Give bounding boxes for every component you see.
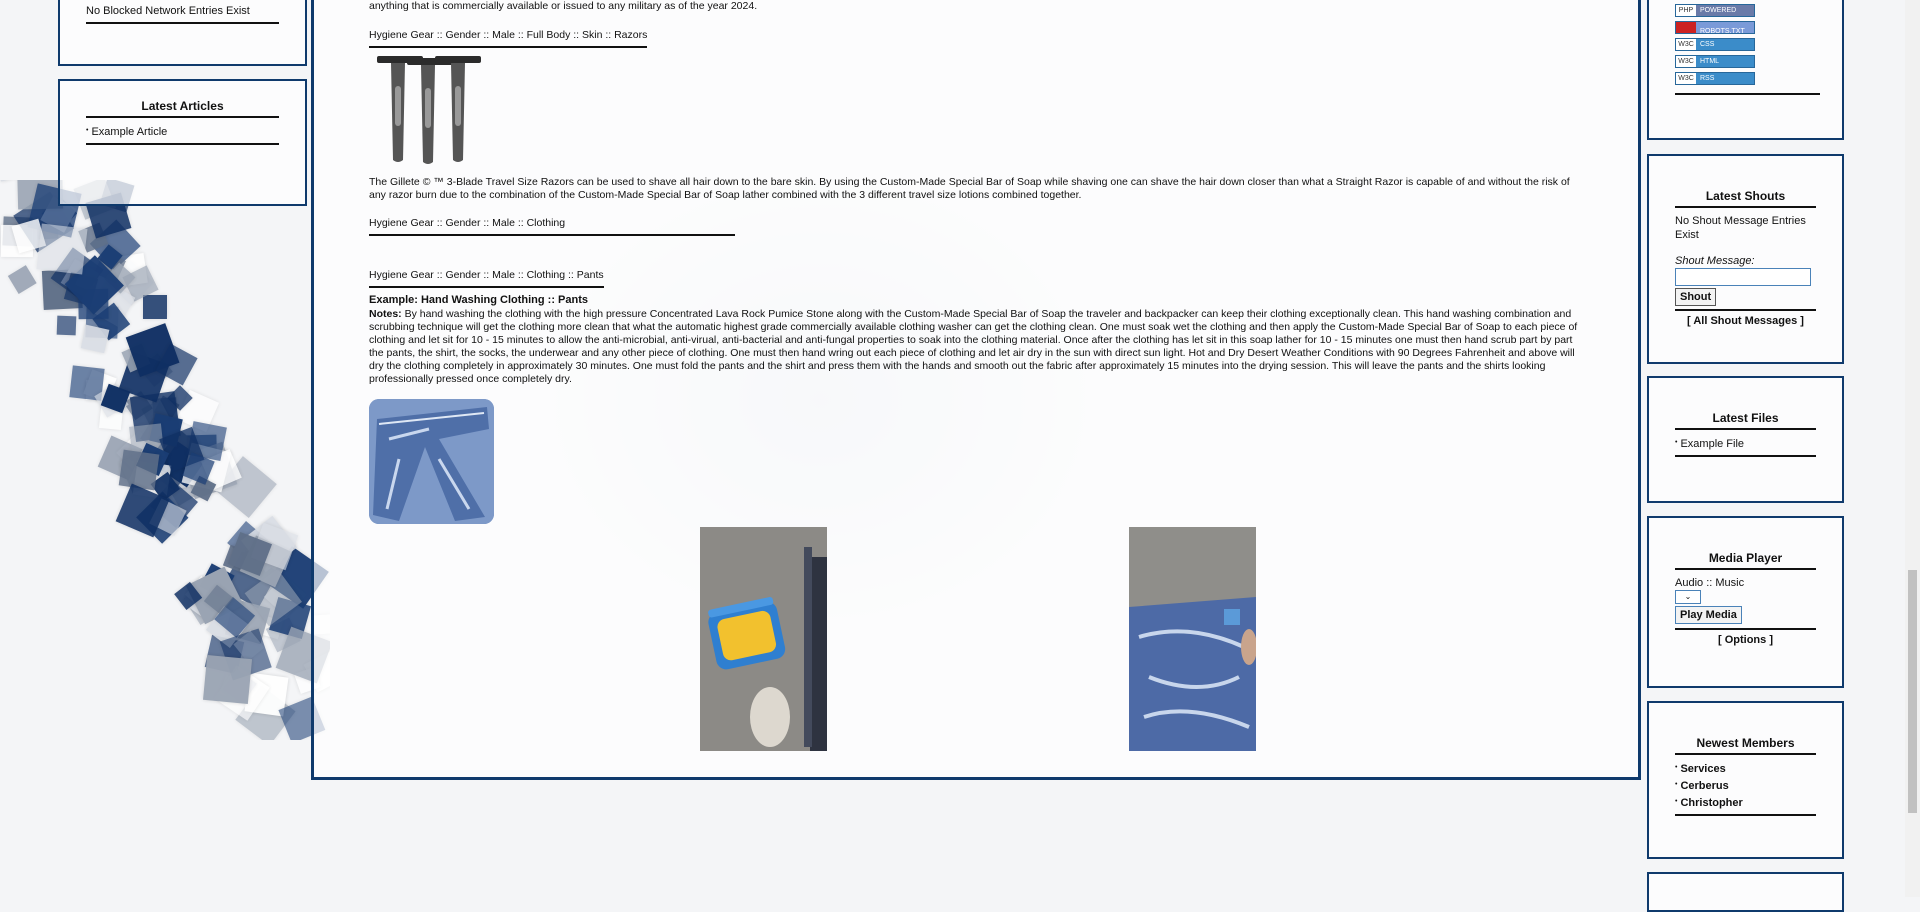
latest-files-panel: Latest Files • Example File (1647, 376, 1844, 503)
intro-text-tail: anything that is commercially available … (369, 0, 758, 12)
play-media-button[interactable]: Play Media (1675, 606, 1742, 624)
divider (1675, 206, 1816, 208)
breadcrumb-razors[interactable]: Hygiene Gear :: Gender :: Male :: Full B… (369, 29, 648, 48)
robots-txt-badge[interactable]: ROBOTS.TXT (1675, 21, 1755, 35)
soap-and-pumice-image (700, 527, 827, 751)
blocked-network-panel: No Blocked Network Entries Exist (58, 0, 307, 66)
background-square (119, 449, 161, 491)
latest-files-title: Latest Files (1712, 411, 1779, 425)
jeans-washing-image (1129, 527, 1256, 751)
shout-message-label: Shout Message: (1675, 255, 1755, 267)
divider (86, 116, 279, 118)
shout-message-input[interactable] (1675, 268, 1811, 286)
razors-description: The Gillete © ™ 3-Blade Travel Size Razo… (369, 176, 1570, 201)
latest-articles-title: Latest Articles (141, 99, 224, 113)
breadcrumb-clothing[interactable]: Hygiene Gear :: Gender :: Male :: Clothi… (369, 217, 736, 236)
newest-members-title: Newest Members (1696, 736, 1795, 750)
media-select[interactable]: ⌄ (1675, 590, 1701, 604)
all-shout-messages-link[interactable]: [ All Shout Messages ] (1649, 315, 1842, 327)
divider (1675, 568, 1816, 570)
article-link[interactable]: • Example Article (86, 124, 279, 139)
divider (86, 143, 279, 145)
background-square (142, 295, 168, 320)
background-square (8, 265, 37, 294)
media-options-link[interactable]: [ Options ] (1649, 634, 1842, 646)
jeans-image (369, 399, 494, 524)
php-powered-badge[interactable]: PHP POWERED (1675, 4, 1755, 17)
badges-panel: PHP POWERED ROBOTS.TXT W3C CSS W3C HTML W3C… (1647, 0, 1844, 140)
page-scrollbar[interactable] (1905, 0, 1920, 897)
shouts-empty-text: No Shout Message Entries Exist (1675, 215, 1806, 241)
blocked-network-text: No Blocked Network Entries Exist (86, 5, 250, 17)
example-title: Example: Hand Washing Clothing :: Pants (369, 294, 588, 306)
divider (1675, 93, 1820, 95)
w3c-css-badge[interactable]: W3C CSS (1675, 38, 1755, 51)
background-square (80, 324, 110, 355)
media-category: Audio :: Music (1675, 577, 1745, 589)
next-panel-top (1647, 872, 1844, 912)
background-square (57, 315, 77, 336)
scrollbar-thumb[interactable] (1908, 570, 1917, 813)
media-player-panel: Media Player Audio :: Music ⌄ Play Media… (1647, 516, 1844, 688)
main-content-panel: anything that is commercially available … (311, 0, 1641, 780)
notes-paragraph: Notes: By hand washing the clothing with… (369, 308, 1584, 386)
chevron-down-icon: ⌄ (1684, 592, 1692, 601)
shout-button[interactable]: Shout (1675, 288, 1717, 306)
media-player-title: Media Player (1708, 551, 1783, 565)
member-link[interactable]: • Services (1675, 761, 1816, 776)
latest-articles-panel: Latest Articles • Example Article (58, 79, 307, 206)
w3c-html-badge[interactable]: W3C HTML (1675, 55, 1755, 68)
divider (1675, 309, 1816, 311)
breadcrumb-pants[interactable]: Hygiene Gear :: Gender :: Male :: Clothi… (369, 269, 604, 288)
latest-shouts-panel: Latest Shouts No Shout Message Entries E… (1647, 154, 1844, 364)
notes-label: Notes: (369, 308, 402, 320)
background-splash (0, 180, 330, 740)
member-link[interactable]: • Christopher (1675, 795, 1816, 810)
divider (1675, 753, 1816, 755)
divider (86, 22, 279, 24)
latest-shouts-title: Latest Shouts (1705, 189, 1786, 203)
background-square (202, 654, 253, 705)
background-square (36, 223, 87, 275)
divider (1675, 628, 1816, 630)
divider (1675, 814, 1816, 816)
member-link[interactable]: • Cerberus (1675, 778, 1816, 793)
razors-image (369, 56, 489, 166)
newest-members-panel: Newest Members • Services • Cerberus • Chri… (1647, 701, 1844, 859)
file-link[interactable]: • Example File (1675, 436, 1816, 451)
divider (1675, 455, 1816, 457)
divider (1675, 428, 1816, 430)
notes-text: By hand washing the clothing with the hi… (369, 308, 1578, 385)
w3c-rss-badge[interactable]: W3C RSS (1675, 72, 1755, 85)
